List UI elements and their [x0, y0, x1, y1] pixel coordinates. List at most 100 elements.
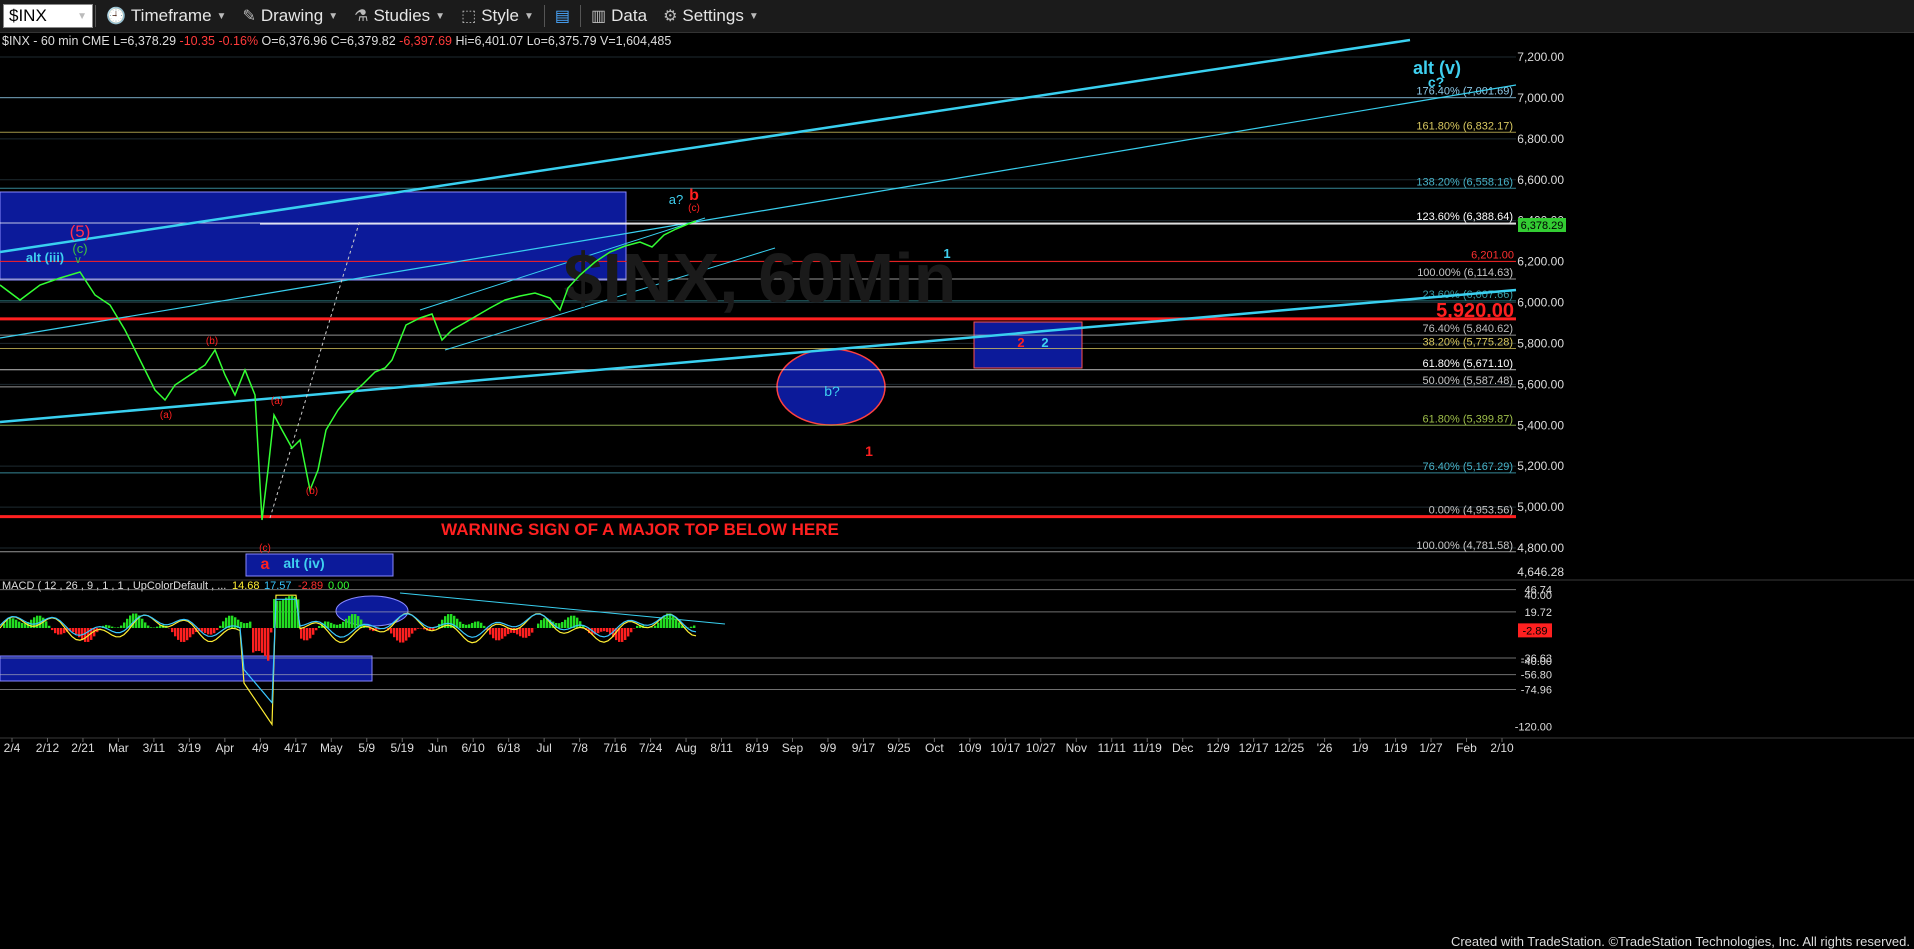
- macd-histogram-bar: [303, 628, 305, 640]
- macd-histogram-bar: [330, 623, 332, 628]
- macd-histogram-bar: [468, 624, 470, 628]
- wave-label: (b): [206, 336, 218, 347]
- macd-histogram-bar: [246, 623, 248, 628]
- price-chart[interactable]: 176.40% (7,001.69)161.80% (6,832.17)138.…: [0, 0, 1914, 948]
- macd-histogram-bar: [300, 628, 302, 639]
- macd-histogram-bar: [186, 628, 188, 640]
- macd-histogram-bar: [504, 628, 506, 636]
- macd-histogram-bar: [180, 628, 182, 642]
- macd-histogram-bar: [651, 627, 653, 628]
- macd-histogram-bar: [291, 596, 293, 628]
- macd-histogram-bar: [678, 622, 680, 628]
- macd-histogram-bar: [54, 628, 56, 633]
- macd-axis-label: -74.96: [1521, 684, 1552, 696]
- fib-level-label: 61.80% (5,671.10): [1422, 358, 1513, 370]
- macd-histogram-bar: [513, 628, 515, 633]
- macd-histogram-bar: [144, 622, 146, 628]
- wave-label: alt (iii): [26, 250, 64, 265]
- macd-histogram-bar: [606, 628, 608, 632]
- time-axis-label: 2/10: [1490, 741, 1514, 755]
- macd-histogram-bar: [675, 619, 677, 628]
- macd-histogram-bar: [525, 628, 527, 638]
- macd-histogram-bar: [498, 628, 500, 640]
- macd-histogram-bar: [210, 628, 212, 635]
- macd-histogram-bar: [492, 628, 494, 638]
- macd-histogram-bar: [192, 628, 194, 634]
- time-axis-label: 8/11: [710, 741, 733, 755]
- macd-histogram-bar: [474, 622, 476, 628]
- macd-histogram-bar: [183, 628, 185, 642]
- fib-level-label: 100.00% (4,781.58): [1416, 540, 1513, 552]
- price-axis-label: 5,000.00: [1517, 500, 1564, 514]
- macd-histogram-bar: [396, 628, 398, 641]
- time-axis-label: 1/19: [1384, 741, 1408, 755]
- macd-histogram-bar: [531, 628, 533, 633]
- resistance-6201-label: 6,201.00: [1471, 249, 1514, 261]
- macd-histogram-bar: [621, 628, 623, 642]
- macd-axis-label: -120.00: [1515, 721, 1552, 733]
- macd-histogram-bar: [108, 625, 110, 628]
- macd-histogram-bar: [660, 619, 662, 628]
- wave-label: c?: [1428, 74, 1444, 90]
- macd-histogram-bar: [279, 601, 281, 628]
- wave-label: (b): [306, 486, 318, 497]
- macd-hist-value: -2.89: [298, 580, 323, 592]
- macd-histogram-bar: [156, 627, 158, 628]
- macd-histogram-bar: [336, 625, 338, 628]
- fib-level-label: 123.60% (6,388.64): [1416, 211, 1513, 223]
- macd-histogram-bar: [462, 624, 464, 628]
- macd-histogram-bar: [399, 628, 401, 642]
- wave-label: (c): [259, 543, 271, 554]
- price-axis-label: 6,600.00: [1517, 173, 1564, 187]
- macd-histogram-bar: [45, 621, 47, 628]
- macd-axis-label: -2.89: [1522, 625, 1547, 637]
- last-price-label: 6,378.29: [1521, 220, 1564, 232]
- price-axis-label: 5,600.00: [1517, 377, 1564, 391]
- fib-level-label: 138.20% (6,558.16): [1416, 176, 1513, 188]
- fib-level-label: 61.80% (5,399.87): [1422, 413, 1513, 425]
- wave-label: (c): [688, 203, 700, 214]
- wave-label: a?: [669, 192, 683, 207]
- macd-histogram-bar: [285, 598, 287, 628]
- macd-histogram-bar: [342, 622, 344, 628]
- macd-histogram-bar: [627, 628, 629, 636]
- time-axis-label: Sep: [782, 741, 804, 755]
- macd-histogram-bar: [351, 614, 353, 628]
- macd-histogram-bar: [561, 622, 563, 628]
- wave-label: b?: [824, 383, 840, 399]
- price-axis-label: 7,200.00: [1517, 50, 1564, 64]
- macd-histogram-bar: [354, 614, 356, 628]
- macd-histogram-bar: [12, 618, 14, 628]
- macd-histogram-bar: [222, 621, 224, 628]
- macd-histogram-bar: [267, 628, 269, 661]
- macd-histogram-bar: [519, 628, 521, 636]
- time-axis-label: 10/27: [1026, 741, 1056, 755]
- macd-histogram-bar: [75, 628, 77, 634]
- macd-histogram-bar: [315, 628, 317, 630]
- time-axis-label: 3/11: [143, 741, 166, 755]
- macd-histogram-bar: [306, 628, 308, 640]
- price-axis-label: 4,800.00: [1517, 541, 1564, 555]
- time-axis-label: 2/4: [4, 741, 21, 755]
- macd-histogram-bar: [51, 628, 53, 630]
- time-axis-label: 7/8: [571, 741, 588, 755]
- macd-histogram-bar: [225, 618, 227, 628]
- macd-histogram-bar: [249, 622, 251, 628]
- macd-zero-value: 0.00: [328, 580, 349, 592]
- wave-label: alt (iv): [283, 555, 324, 571]
- macd-histogram-bar: [120, 626, 122, 628]
- time-axis-label: 9/25: [887, 741, 911, 755]
- macd-histogram-bar: [258, 628, 260, 651]
- macd-histogram-bar: [537, 624, 539, 628]
- macd-histogram-bar: [171, 628, 173, 632]
- wave-label: 1: [865, 443, 873, 459]
- macd-histogram-bar: [483, 626, 485, 628]
- macd-histogram-bar: [318, 626, 320, 628]
- price-axis-label: 5,800.00: [1517, 336, 1564, 350]
- time-axis-label: 1/27: [1419, 741, 1443, 755]
- time-axis-label: 1/9: [1352, 741, 1369, 755]
- price-axis-panel: [1516, 40, 1914, 933]
- macd-histogram-bar: [333, 624, 335, 628]
- price-axis-label: 7,000.00: [1517, 91, 1564, 105]
- time-axis-label: 4/17: [284, 741, 308, 755]
